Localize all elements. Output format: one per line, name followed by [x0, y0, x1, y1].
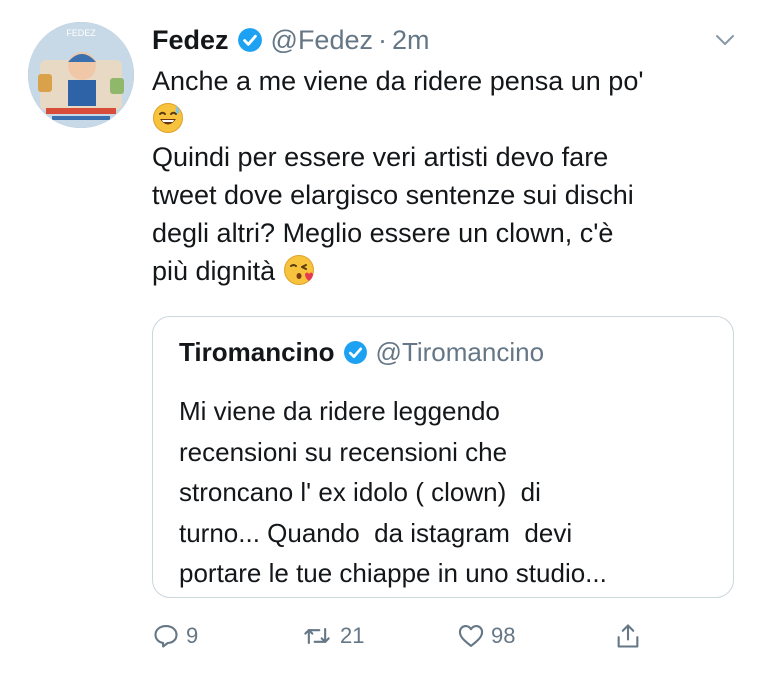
- verified-badge-icon: [237, 27, 263, 53]
- quoted-tweet-header: Tiromancino @Tiromancino: [179, 337, 544, 368]
- quoted-author-handle: @Tiromancino: [375, 337, 545, 367]
- sweat-smile-emoji: [152, 102, 184, 134]
- tweet-text: Anche a me viene da ridere pensa un po' …: [152, 62, 722, 290]
- like-count: 98: [491, 623, 516, 648]
- tweet-text-line: degli altri? Meglio essere un clown, c'è: [152, 218, 614, 248]
- tweet-actions: 9 21 98: [152, 622, 652, 662]
- author-handle[interactable]: @Fedez: [271, 25, 373, 56]
- avatar[interactable]: FEDEZ: [28, 22, 134, 128]
- tweet-text-span: più dignità: [152, 256, 276, 286]
- tweet-emoji-line: [152, 100, 722, 138]
- heart-icon: [458, 625, 484, 647]
- quoted-tweet[interactable]: Tiromancino @Tiromancino Mi viene da rid…: [152, 316, 734, 598]
- tweet-text-line-last: più dignità: [152, 252, 722, 290]
- timestamp[interactable]: 2m: [392, 25, 430, 56]
- quoted-author-name: Tiromancino: [179, 337, 335, 367]
- retweet-button[interactable]: 21: [300, 622, 364, 650]
- avatar-caption: FEDEZ: [66, 28, 96, 38]
- reply-icon: [154, 625, 178, 648]
- share-icon: [617, 624, 639, 648]
- quoted-text-line: turno... Quando da istagram devi: [179, 517, 573, 548]
- reply-count: 9: [186, 623, 199, 648]
- author-name[interactable]: Fedez: [152, 25, 229, 56]
- separator: ·: [377, 24, 387, 55]
- tweet: FEDEZ Fedez @Fedez · 2m Anche a me viene…: [0, 0, 767, 677]
- like-button[interactable]: 98: [457, 622, 515, 650]
- tweet-text-line: tweet dove elargisco sentenze sui dischi: [152, 180, 634, 210]
- kiss-emoji: [283, 254, 315, 286]
- reply-button[interactable]: 9: [152, 622, 198, 650]
- quoted-tweet-text: Mi viene da ridere leggendo recensioni s…: [179, 391, 719, 594]
- quoted-text-line: Mi viene da ridere leggendo: [179, 396, 500, 426]
- verified-badge-icon: [343, 340, 368, 365]
- quoted-text-line: recensioni su recensioni che: [179, 436, 508, 467]
- tweet-text-line: Anche a me viene da ridere pensa un po': [152, 66, 644, 96]
- chevron-down-icon[interactable]: [713, 28, 737, 52]
- tweet-text-line: Quindi per essere veri artisti devo fare: [152, 142, 609, 172]
- tweet-header: Fedez @Fedez · 2m: [152, 18, 737, 62]
- share-button[interactable]: [614, 622, 648, 650]
- retweet-icon: [304, 627, 330, 645]
- retweet-count: 21: [340, 623, 365, 648]
- quoted-text-line: portare le tue chiappe in uno studio...: [179, 558, 607, 588]
- quoted-text-line: stroncano l' ex idolo ( clown) di: [179, 477, 541, 507]
